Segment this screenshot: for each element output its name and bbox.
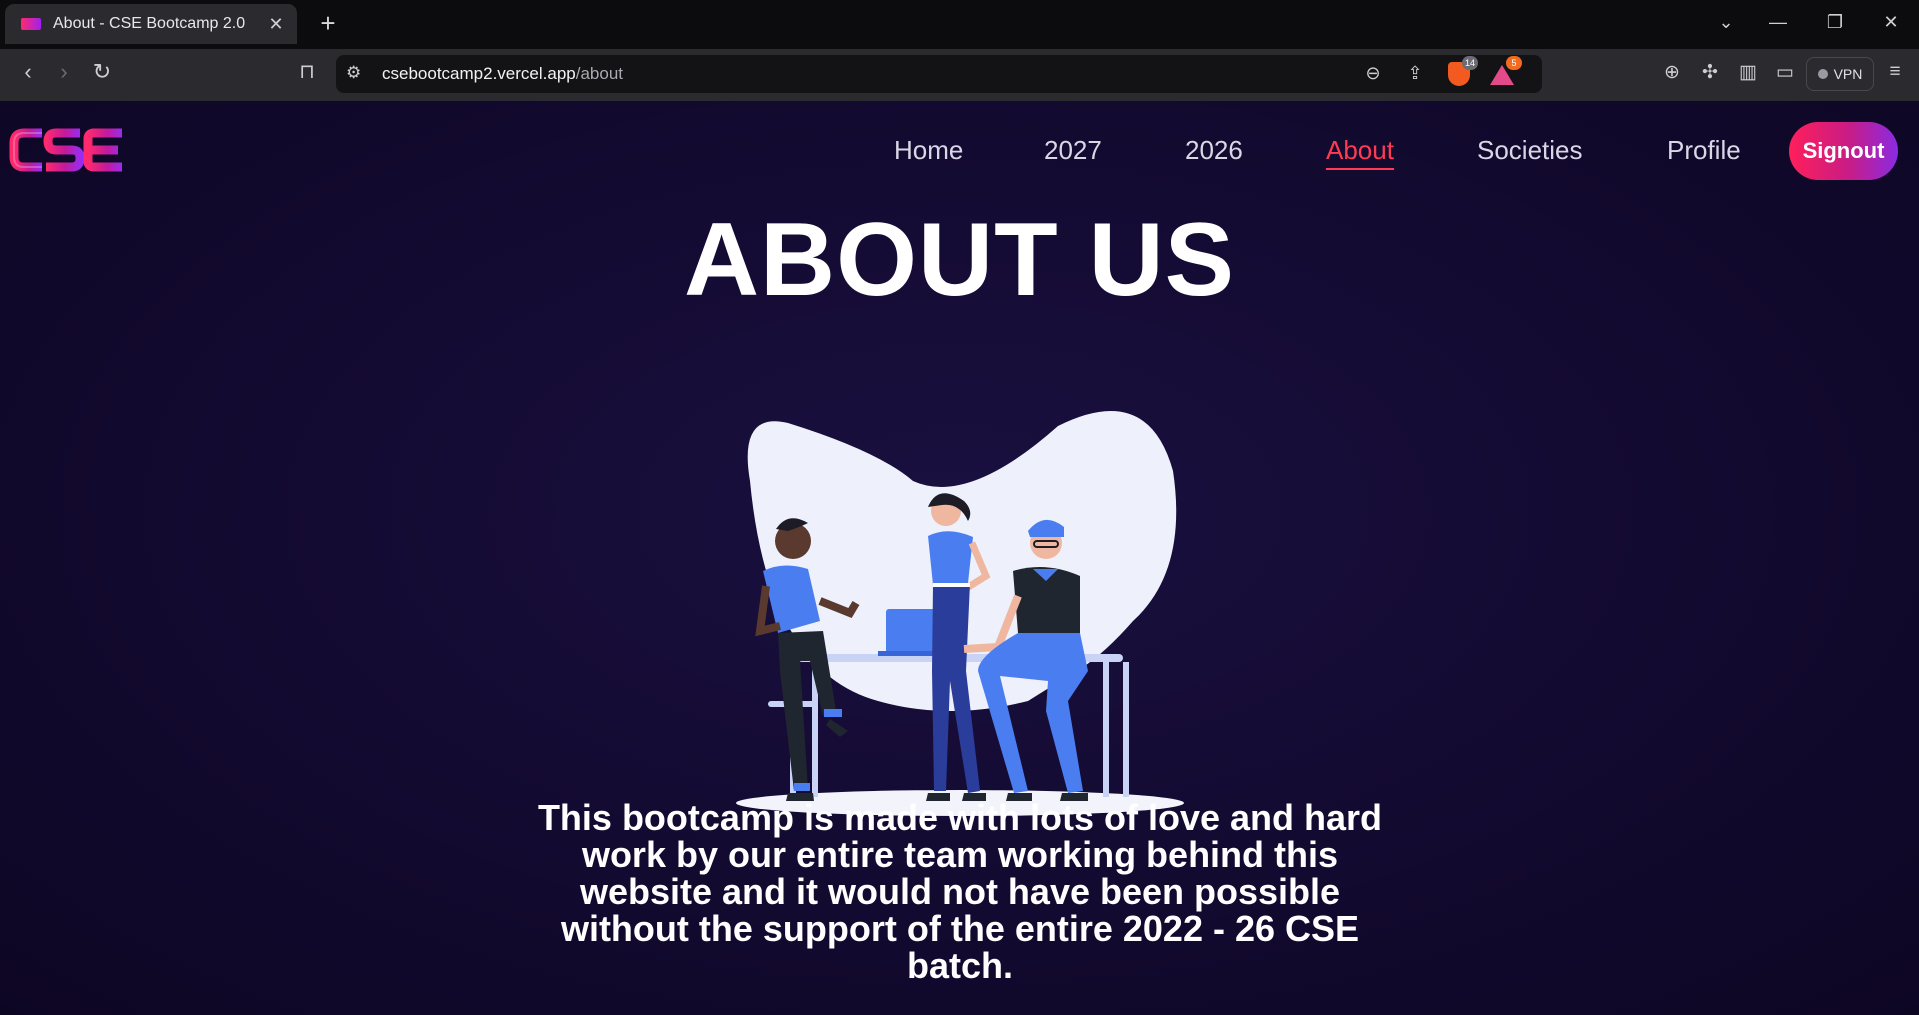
back-arrow-icon[interactable]: ‹ — [12, 59, 44, 85]
nav-link-societies[interactable]: Societies — [1477, 135, 1583, 166]
tab-search-chevron-icon[interactable]: ⌄ — [1706, 12, 1746, 33]
tab-title: About - CSE Bootcamp 2.0 — [53, 15, 246, 32]
bookmark-icon[interactable]: ⊓ — [291, 59, 323, 84]
url-text[interactable]: csebootcamp2.vercel.app/about — [382, 64, 623, 84]
share-icon[interactable]: ⇪ — [1402, 63, 1428, 84]
about-description: This bootcamp is made with lots of love … — [537, 797, 1383, 986]
wallet-icon[interactable]: ▭ — [1770, 61, 1800, 84]
vpn-status-icon — [1817, 69, 1828, 79]
sidebar-toggle-icon[interactable]: ▥ — [1733, 61, 1763, 84]
zoom-out-icon[interactable]: ⊖ — [1360, 63, 1386, 84]
restore-icon[interactable]: ❐ — [1815, 12, 1855, 33]
window-close-icon[interactable]: ✕ — [1871, 12, 1911, 33]
cse-logo[interactable] — [8, 123, 126, 177]
site-settings-icon[interactable]: ⚙ — [346, 63, 361, 83]
forward-arrow-icon[interactable]: › — [48, 59, 80, 85]
signout-button[interactable]: Signout — [1789, 122, 1898, 180]
browser-tab-strip: About - CSE Bootcamp 2.0 ✕ + ⌄ — ❐ ✕ — [0, 0, 1919, 49]
url-host: csebootcamp2.vercel.app — [382, 64, 576, 83]
add-circle-icon[interactable]: ⊕ — [1657, 61, 1687, 84]
desk-leg — [1123, 662, 1129, 797]
extensions-puzzle-icon[interactable]: ✣ — [1695, 61, 1725, 84]
nav-link-profile[interactable]: Profile — [1667, 135, 1741, 166]
nav-link-home[interactable]: Home — [894, 135, 963, 166]
cse-favicon-icon — [21, 18, 41, 30]
minimize-icon[interactable]: — — [1758, 12, 1798, 33]
shield-count-badge: 14 — [1462, 56, 1478, 70]
desk-leg — [1103, 662, 1109, 797]
page-title: ABOUT US — [683, 202, 1236, 318]
vpn-button[interactable]: VPN — [1806, 57, 1874, 91]
reload-icon[interactable]: ↻ — [86, 59, 118, 85]
nav-link-about[interactable]: About — [1326, 135, 1394, 170]
team-illustration — [736, 411, 1184, 816]
page-content: Home 2027 2026 About Societies Profile S… — [0, 101, 1919, 1015]
address-bar[interactable]: ⚙ csebootcamp2.vercel.app/about ⊖ ⇪ 14 5 — [336, 55, 1542, 93]
nav-link-2027[interactable]: 2027 — [1044, 135, 1102, 166]
browser-toolbar: ‹ › ↻ ⊓ ⚙ csebootcamp2.vercel.app/about … — [0, 49, 1919, 101]
new-tab-button[interactable]: + — [312, 8, 344, 39]
nav-link-2026[interactable]: 2026 — [1185, 135, 1243, 166]
hamburger-menu-icon[interactable]: ≡ — [1880, 61, 1910, 83]
rewards-count-badge: 5 — [1506, 56, 1522, 70]
vpn-label: VPN — [1833, 66, 1863, 82]
browser-tab-active[interactable]: About - CSE Bootcamp 2.0 ✕ — [5, 4, 297, 44]
tab-close-icon[interactable]: ✕ — [261, 14, 291, 35]
url-path: /about — [575, 64, 623, 83]
